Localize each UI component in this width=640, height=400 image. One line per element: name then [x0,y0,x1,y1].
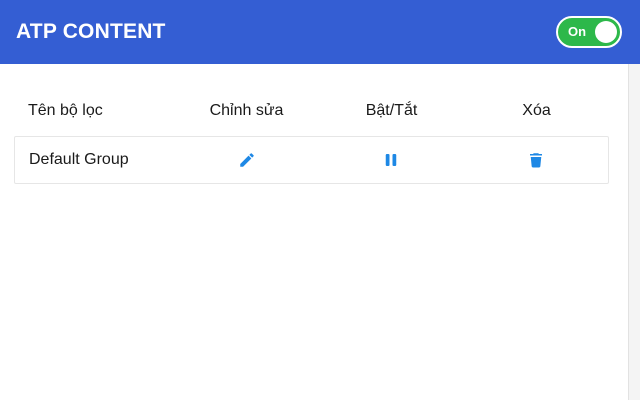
toggle-cell [319,149,464,171]
extension-toggle[interactable]: On [556,16,622,48]
column-header-name: Tên bộ lọc [28,102,103,119]
toggle-knob [595,21,617,43]
scrollbar[interactable] [628,64,640,400]
table-row: Default Group [14,136,609,184]
filter-name: Default Group [29,151,129,168]
pencil-icon[interactable] [236,149,258,171]
column-header-toggle: Bật/Tắt [365,102,418,119]
table-header: Tên bộ lọc Chỉnh sửa Bật/Tắt Xóa [14,94,609,128]
app-title: ATP CONTENT [16,20,166,43]
column-header-delete: Xóa [522,102,551,119]
column-header-edit: Chỉnh sửa [209,102,284,119]
toggle-label: On [568,24,587,39]
trash-icon[interactable] [525,149,547,171]
main-content: Tên bộ lọc Chỉnh sửa Bật/Tắt Xóa Default… [0,64,628,400]
pause-icon[interactable] [380,149,402,171]
filter-table: Tên bộ lọc Chỉnh sửa Bật/Tắt Xóa Default… [14,94,609,184]
delete-cell [464,149,609,171]
app-header: ATP CONTENT On [0,0,640,64]
edit-cell [175,149,320,171]
